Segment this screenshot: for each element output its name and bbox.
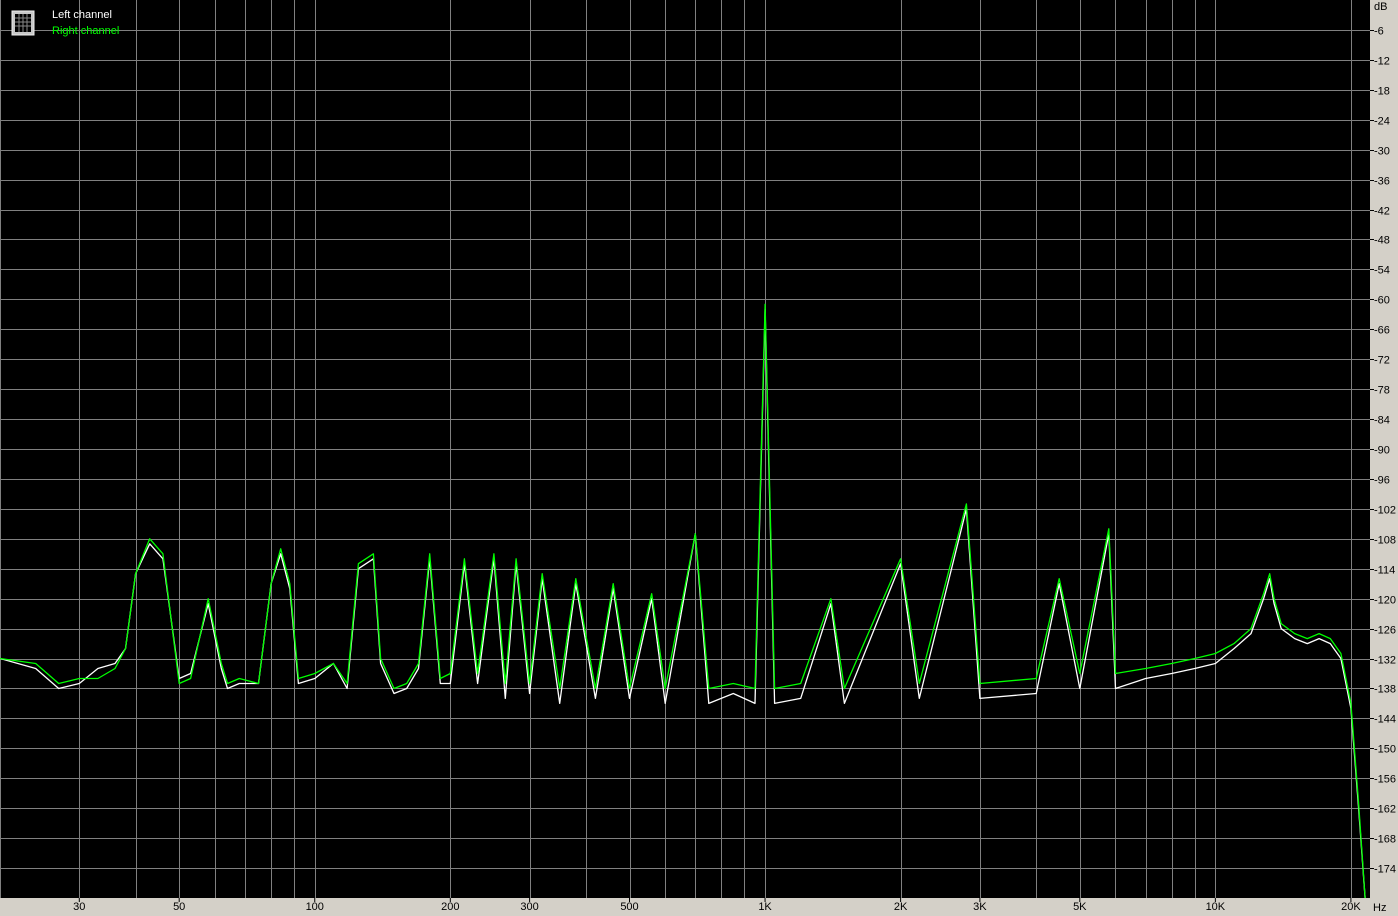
y-tick-label: -66 [1374,325,1390,337]
x-tick-label: 200 [441,901,459,913]
legend-left-channel: Left channel [52,9,112,21]
x-tick-label: 10K [1206,901,1226,913]
y-tick-label: -156 [1374,774,1396,786]
x-tick-label: 300 [520,901,538,913]
y-tick-label: -132 [1374,655,1396,667]
y-tick-label: -18 [1374,86,1390,98]
x-tick-label: 20K [1341,901,1361,913]
y-tick-label: -30 [1374,146,1390,158]
x-axis: 30 50 100 200 300 500 1K 2K 3K 5K 10K 20K [73,898,1361,913]
y-tick-label: -174 [1374,864,1396,876]
x-tick-label: 1K [758,901,772,913]
y-tick-label: -168 [1374,834,1396,846]
y-tick-label: -48 [1374,235,1390,247]
y-tick-label: -42 [1374,206,1390,218]
y-tick-label: -150 [1374,744,1396,756]
y-tick-label: -84 [1374,415,1390,427]
x-unit-label: Hz [1373,902,1386,914]
x-tick-label: 500 [620,901,638,913]
y-tick-label: -12 [1374,56,1390,68]
x-tick-label: 5K [1073,901,1087,913]
y-tick-label: -144 [1374,714,1396,726]
y-unit-label: dB [1374,1,1387,13]
legend-right-channel: Right channel [52,25,119,37]
x-tick-label: 3K [973,901,987,913]
y-tick-label: -60 [1374,295,1390,307]
y-tick-label: -138 [1374,684,1396,696]
legend-icon [11,10,35,36]
y-tick-label: -78 [1374,385,1390,397]
y-tick-label: -126 [1374,625,1396,637]
x-tick-label: 50 [173,901,185,913]
y-tick-label: -96 [1374,475,1390,487]
y-tick-label: -162 [1374,804,1396,816]
y-tick-label: -120 [1374,595,1396,607]
y-tick-label: -36 [1374,176,1390,188]
y-tick-label: -102 [1374,505,1396,517]
y-tick-label: -90 [1374,445,1390,457]
spectrum-chart: -6 -12 -18 -24 -30 -36 -42 -48 -54 -60 -66 -72 -78 -8… [0,0,1396,914]
x-tick-label: 100 [306,901,324,913]
y-tick-label: -24 [1374,116,1390,128]
y-axis: -6 -12 -18 -24 -30 -36 -42 -48 -54 -60 -66 -72 -78 -8… [1370,26,1396,876]
y-tick-label: -6 [1374,26,1384,38]
y-tick-label: -108 [1374,535,1396,547]
y-tick-label: -54 [1374,265,1390,277]
x-tick-label: 30 [73,901,85,913]
x-tick-label: 2K [894,901,908,913]
y-tick-label: -72 [1374,355,1390,367]
y-tick-label: -114 [1374,565,1395,577]
